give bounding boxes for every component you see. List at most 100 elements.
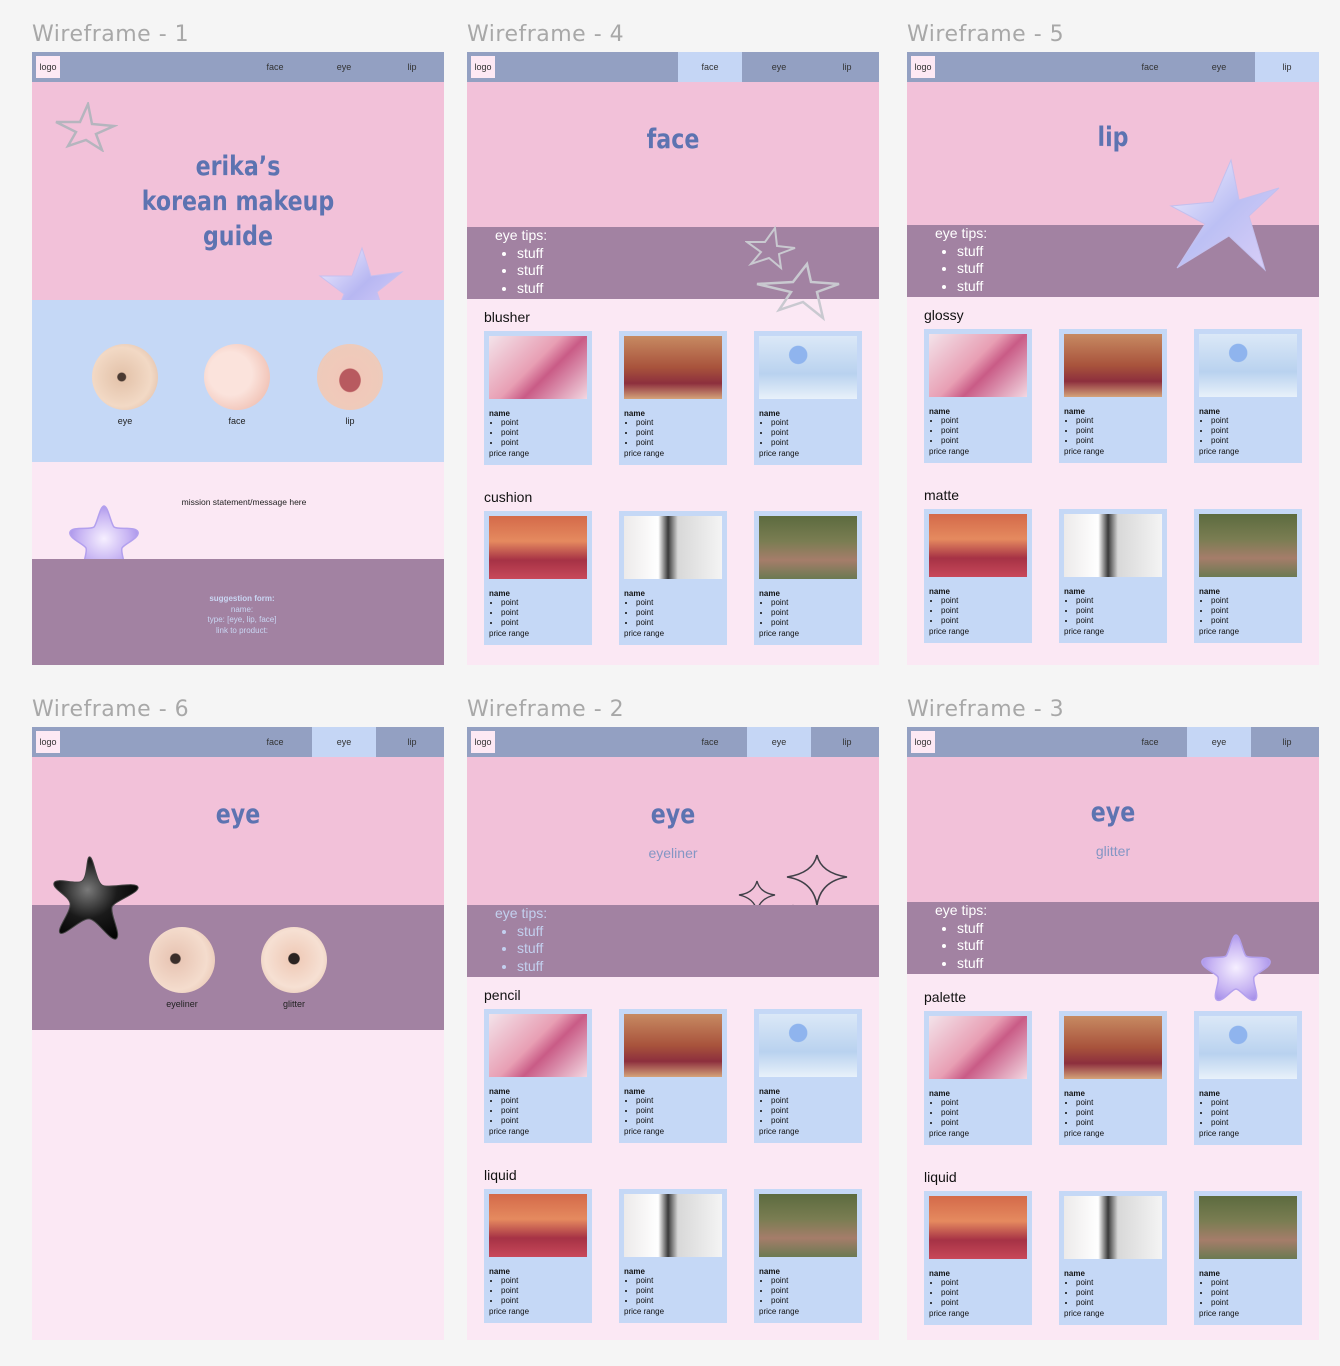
product-card[interactable]: namepointpointpointprice range xyxy=(924,509,1032,643)
product-point: point xyxy=(941,1108,958,1118)
product-image[interactable] xyxy=(1064,1016,1162,1079)
product-card[interactable]: namepointpointpointprice range xyxy=(484,511,592,645)
product-name: name xyxy=(759,409,780,418)
product-image[interactable] xyxy=(1064,1196,1162,1259)
product-image[interactable] xyxy=(759,1194,857,1257)
product-image[interactable] xyxy=(624,1014,722,1077)
nav-face[interactable]: face xyxy=(1118,52,1182,82)
product-card[interactable]: namepointpointpointprice range xyxy=(484,1009,592,1143)
product-point: point xyxy=(501,428,518,438)
nav-lip[interactable]: lip xyxy=(380,727,444,757)
nav-lip[interactable]: lip xyxy=(815,52,879,82)
product-card[interactable]: namepointpointpointprice range xyxy=(1194,1191,1302,1325)
product-card[interactable]: namepointpointpointprice range xyxy=(484,331,592,465)
product-points: pointpointpoint xyxy=(1064,416,1093,446)
nav-lip[interactable]: lip xyxy=(1255,727,1319,757)
product-image[interactable] xyxy=(624,1194,722,1257)
product-card[interactable]: namepointpointpointprice range xyxy=(1059,329,1167,463)
product-image[interactable] xyxy=(489,1194,587,1257)
nav-eye[interactable]: eye xyxy=(1187,52,1251,82)
nav-face[interactable]: face xyxy=(678,52,742,82)
product-image[interactable] xyxy=(624,516,722,579)
product-image[interactable] xyxy=(1199,1196,1297,1259)
eye-category-image[interactable] xyxy=(92,344,158,410)
product-card[interactable]: namepointpointpointprice range xyxy=(1059,1011,1167,1145)
product-card[interactable]: namepointpointpointprice range xyxy=(754,1189,862,1323)
eyeliner-category-image[interactable] xyxy=(149,927,215,993)
glitter-category-image[interactable] xyxy=(261,927,327,993)
nav-face[interactable]: face xyxy=(1118,727,1182,757)
product-image[interactable] xyxy=(489,1014,587,1077)
face-category-image[interactable] xyxy=(204,344,270,410)
product-name: name xyxy=(759,1087,780,1096)
product-card[interactable]: namepointpointpointprice range xyxy=(619,511,727,645)
product-image[interactable] xyxy=(1064,514,1162,577)
product-image[interactable] xyxy=(1199,334,1297,397)
product-card[interactable]: namepointpointpointprice range xyxy=(754,1009,862,1143)
product-card[interactable]: namepointpointpointprice range xyxy=(754,511,862,645)
product-image[interactable] xyxy=(489,336,587,399)
product-points: pointpointpoint xyxy=(759,1276,788,1306)
product-card[interactable]: namepointpointpointprice range xyxy=(619,1189,727,1323)
product-point: point xyxy=(1211,1278,1228,1288)
nav-lip[interactable]: lip xyxy=(1255,52,1319,82)
product-card[interactable]: namepointpointpointprice range xyxy=(619,331,727,465)
nav-eye[interactable]: eye xyxy=(747,727,811,757)
product-card[interactable]: namepointpointpointprice range xyxy=(1194,1011,1302,1145)
puffy-star-icon xyxy=(1201,934,1271,1002)
product-point: point xyxy=(636,428,653,438)
nav-lip[interactable]: lip xyxy=(815,727,879,757)
mission-statement: mission statement/message here xyxy=(181,497,307,507)
product-name: name xyxy=(1064,1089,1085,1098)
face-category-label[interactable]: face xyxy=(192,416,282,426)
eye-category-label[interactable]: eye xyxy=(80,416,170,426)
nav-face[interactable]: face xyxy=(243,52,307,82)
product-image[interactable] xyxy=(759,1014,857,1077)
nav-face[interactable]: face xyxy=(678,727,742,757)
logo[interactable]: logo xyxy=(471,731,495,753)
product-image[interactable] xyxy=(929,334,1027,397)
logo[interactable]: logo xyxy=(911,56,935,78)
product-card[interactable]: namepointpointpointprice range xyxy=(754,331,862,465)
product-image[interactable] xyxy=(929,1016,1027,1079)
product-image[interactable] xyxy=(759,516,857,579)
product-card[interactable]: namepointpointpointprice range xyxy=(1194,509,1302,643)
product-card[interactable]: namepointpointpointprice range xyxy=(924,1011,1032,1145)
form-link-field[interactable]: link to product: xyxy=(142,626,342,637)
nav-face[interactable]: face xyxy=(243,727,307,757)
product-image[interactable] xyxy=(929,1196,1027,1259)
product-card[interactable]: namepointpointpointprice range xyxy=(1194,329,1302,463)
product-image[interactable] xyxy=(1199,1016,1297,1079)
product-point: point xyxy=(941,1278,958,1288)
product-card[interactable]: namepointpointpointprice range xyxy=(924,1191,1032,1325)
logo[interactable]: logo xyxy=(471,56,495,78)
suggestion-form[interactable]: suggestion form: name: type: [eye, lip, … xyxy=(142,594,342,636)
product-name: name xyxy=(929,1269,950,1278)
logo[interactable]: logo xyxy=(36,56,60,78)
logo[interactable]: logo xyxy=(911,731,935,753)
product-name: name xyxy=(1199,587,1220,596)
product-image[interactable] xyxy=(1064,334,1162,397)
nav-eye[interactable]: eye xyxy=(1187,727,1251,757)
form-type-field[interactable]: type: [eye, lip, face] xyxy=(142,615,342,626)
product-image[interactable] xyxy=(929,514,1027,577)
product-card[interactable]: namepointpointpointprice range xyxy=(619,1009,727,1143)
product-card[interactable]: namepointpointpointprice range xyxy=(1059,1191,1167,1325)
nav-eye[interactable]: eye xyxy=(312,727,376,757)
product-image[interactable] xyxy=(759,336,857,399)
lip-category-label[interactable]: lip xyxy=(305,416,395,426)
logo[interactable]: logo xyxy=(36,731,60,753)
product-card[interactable]: namepointpointpointprice range xyxy=(924,329,1032,463)
nav-eye[interactable]: eye xyxy=(747,52,811,82)
product-card[interactable]: namepointpointpointprice range xyxy=(1059,509,1167,643)
form-name-field[interactable]: name: xyxy=(142,605,342,616)
lip-category-image[interactable] xyxy=(317,344,383,410)
product-card[interactable]: namepointpointpointprice range xyxy=(484,1189,592,1323)
eyeliner-category-label[interactable]: eyeliner xyxy=(137,999,227,1009)
product-image[interactable] xyxy=(489,516,587,579)
product-image[interactable] xyxy=(624,336,722,399)
nav-lip[interactable]: lip xyxy=(380,52,444,82)
product-image[interactable] xyxy=(1199,514,1297,577)
glitter-category-label[interactable]: glitter xyxy=(249,999,339,1009)
nav-eye[interactable]: eye xyxy=(312,52,376,82)
